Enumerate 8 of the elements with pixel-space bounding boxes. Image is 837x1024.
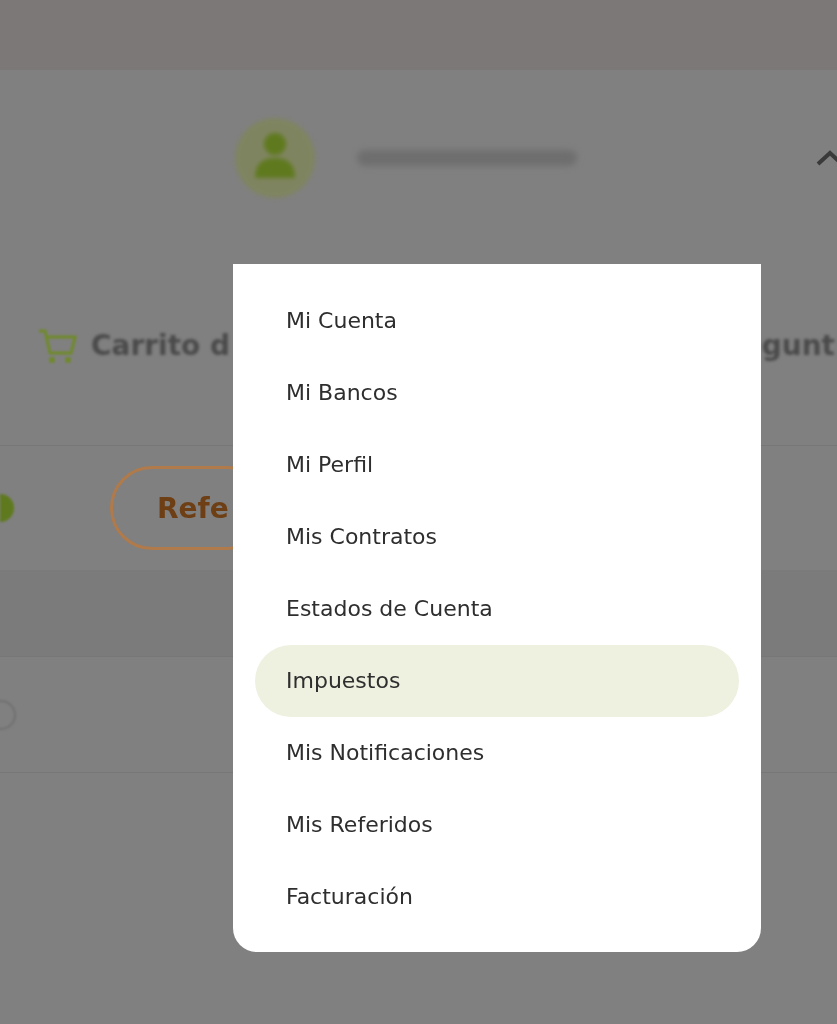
menu-item[interactable]: Facturación — [255, 861, 739, 933]
user-avatar-icon[interactable] — [233, 115, 317, 200]
chevron-up-icon[interactable] — [815, 148, 837, 167]
menu-item[interactable]: Impuestos — [255, 645, 739, 717]
menu-item[interactable]: Mi Cuenta — [255, 285, 739, 357]
menu-item[interactable]: Mi Bancos — [255, 357, 739, 429]
menu-item[interactable]: Mis Notificaciones — [255, 717, 739, 789]
menu-item[interactable]: Mis Referidos — [255, 789, 739, 861]
